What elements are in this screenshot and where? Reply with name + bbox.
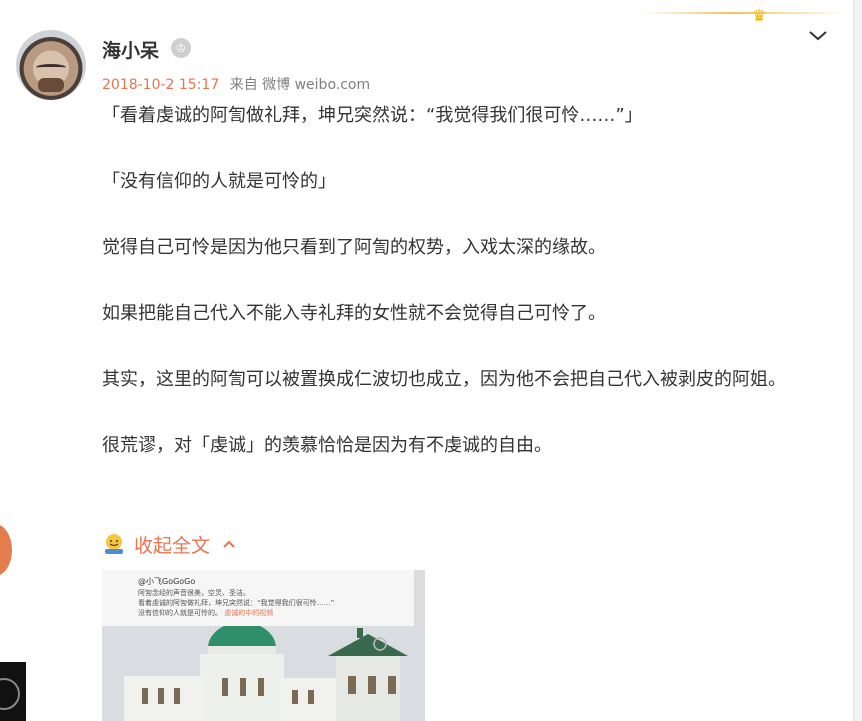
post-paragraph: 「看着虔诚的阿訇做礼拜，坤兄突然说：“我觉得我们很可怜……”」	[102, 105, 643, 126]
post-timestamp[interactable]: 2018-10-2 15:17	[102, 77, 219, 93]
post-paragraph: 觉得自己可怜是因为他只看到了阿訇的权势，入戏太深的缘故。	[102, 237, 606, 258]
member-crown-icon[interactable]: ♔	[171, 38, 191, 58]
thumbnail-video-link: 虔诚的中的视频	[224, 609, 274, 617]
top-decoration: ♛	[640, 8, 846, 24]
crown-icon: ♛	[752, 6, 767, 25]
thumbnail-caption-line: 没有信仰的人就是可怜的。 虔诚的中的视频	[138, 608, 273, 618]
post-source[interactable]: 微博 weibo.com	[262, 77, 370, 93]
post-paragraph: 如果把能自己代入不能入寺礼拜的女性就不会觉得自己可怜了。	[102, 303, 606, 324]
avatar-detail-hand	[38, 78, 64, 92]
source-prefix: 来自	[229, 77, 258, 93]
thumbnail-caption-user: @小飞GoGoGo	[138, 577, 196, 586]
username[interactable]: 海小呆	[102, 36, 159, 63]
thumbnail-caption-line: 看着虔诚的阿訇做礼拜，坤兄突然说：“我觉得我们很可怜……”	[138, 599, 335, 607]
side-dark-button[interactable]	[0, 662, 26, 721]
post-paragraph: 「没有信仰的人就是可怜的」	[102, 171, 336, 192]
scrollbar-track[interactable]	[853, 0, 862, 721]
thumbnail-caption-line: 阿訇念经的声音很美，空灵、圣洁。	[138, 589, 250, 597]
thumbnail-caption-text: 没有信仰的人就是可怜的。	[138, 609, 222, 617]
chevron-up-icon	[223, 540, 235, 548]
post-paragraph: 其实，这里的阿訇可以被置换成仁波切也成立，因为他不会把自己代入被剥皮的阿姐。	[102, 369, 786, 390]
post-paragraph: 很荒谬，对「虔诚」的羡慕恰恰是因为有不虔诚的自由。	[102, 435, 552, 456]
gold-divider	[640, 12, 846, 14]
mosque-photo	[102, 626, 425, 721]
thumbnail-caption: @小飞GoGoGo 阿訇念经的声音很美，空灵、圣洁。 看着虔诚的阿訇做礼拜，坤兄…	[102, 570, 425, 630]
smiley-hand-icon	[105, 534, 123, 554]
collapse-text-button[interactable]: 收起全文	[102, 530, 236, 558]
collapse-label: 收起全文	[134, 534, 211, 557]
post-content: 「看着虔诚的阿訇做礼拜，坤兄突然说：“我觉得我们很可怜……”」 「没有信仰的人就…	[102, 100, 822, 496]
thumbnail-edge	[414, 570, 425, 630]
side-floating-button[interactable]	[0, 524, 12, 576]
post-meta: 2018-10-2 15:17 来自 微博 weibo.com	[102, 74, 370, 94]
avatar[interactable]	[16, 30, 86, 100]
post-image-thumbnail[interactable]: @小飞GoGoGo 阿訇念经的声音很美，空灵、圣洁。 看着虔诚的阿訇做礼拜，坤兄…	[102, 570, 425, 721]
refresh-icon	[0, 678, 20, 710]
avatar-detail	[36, 64, 66, 71]
chevron-down-icon[interactable]	[806, 24, 830, 48]
